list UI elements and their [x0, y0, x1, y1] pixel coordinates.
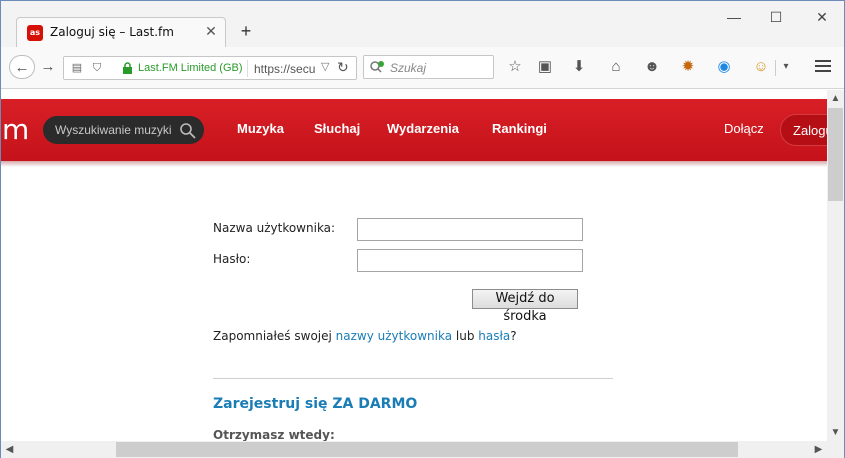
login-button-label: Zaloguj: [793, 123, 827, 138]
tracking-shield-icon[interactable]: ⛉: [90, 61, 104, 75]
search-bar[interactable]: Szukaj: [363, 55, 494, 79]
search-placeholder: Szukaj: [390, 61, 427, 75]
browser-window: as Zaloguj się – Last.fm ✕ + — ☐ ✕ ← → ▤…: [0, 0, 845, 458]
horizontal-scrollbar[interactable]: ◀ ▶: [1, 441, 827, 458]
header-shadow: [1, 161, 827, 167]
close-window-button[interactable]: ✕: [807, 7, 837, 27]
page-info-icon[interactable]: ▤: [70, 61, 84, 75]
back-button[interactable]: ←: [9, 55, 35, 79]
messenger-icon[interactable]: ◉: [713, 56, 735, 78]
vertical-scrollbar[interactable]: ▲ ▼: [827, 90, 844, 441]
bookmark-star-icon[interactable]: ☆: [504, 56, 526, 78]
url-separator: [247, 60, 248, 77]
scroll-left-icon[interactable]: ◀: [1, 441, 18, 458]
username-label: Nazwa użytkownika:: [213, 221, 336, 235]
downloads-icon[interactable]: ⬇: [568, 56, 590, 78]
reload-icon[interactable]: ↻: [337, 59, 349, 76]
extension-dropdown-icon[interactable]: ▾: [778, 56, 794, 78]
login-submit-button[interactable]: Wejdź do środka: [472, 289, 578, 324]
forgot-prefix: Zapomniałeś swojej: [213, 329, 336, 343]
benefits-heading: Otrzymasz wtedy:: [213, 428, 335, 441]
back-arrow-icon: ←: [14, 59, 30, 76]
forgot-password-link[interactable]: hasła: [478, 329, 510, 343]
site-search-placeholder: Wyszukiwanie muzyki: [55, 123, 172, 137]
nav-link-wydarzenia[interactable]: Wydarzenia: [387, 121, 459, 136]
toolbar-separator: [775, 60, 776, 76]
site-logo[interactable]: m: [2, 113, 29, 146]
search-icon[interactable]: [179, 122, 197, 140]
browser-tab[interactable]: as Zaloguj się – Last.fm ✕: [16, 17, 226, 47]
scroll-right-icon[interactable]: ▶: [810, 441, 827, 458]
tiger-extension-icon[interactable]: ✹: [677, 56, 699, 78]
site-identity[interactable]: Last.FM Limited (GB): [138, 62, 243, 74]
home-icon[interactable]: ⌂: [605, 56, 627, 78]
url-bar[interactable]: ▤ ⛉ Last.FM Limited (GB) https://secure.…: [63, 56, 357, 80]
login-button[interactable]: Zaloguj: [780, 114, 827, 146]
register-heading[interactable]: Zarejestruj się ZA DARMO: [213, 396, 417, 412]
nav-link-sluchaj[interactable]: Słuchaj: [314, 121, 360, 136]
forgot-credentials-text: Zapomniałeś swojej nazwy użytkownika lub…: [213, 329, 517, 343]
scroll-up-icon[interactable]: ▲: [827, 90, 844, 107]
password-input[interactable]: [357, 249, 583, 272]
maximize-button[interactable]: ☐: [761, 7, 791, 27]
join-link[interactable]: Dołącz: [724, 121, 764, 136]
tab-title: Zaloguj się – Last.fm: [50, 25, 174, 39]
owl-extension-icon[interactable]: ☺: [750, 56, 772, 78]
tab-close-icon[interactable]: ✕: [203, 23, 219, 39]
vertical-scroll-thumb[interactable]: [828, 108, 843, 201]
lock-icon: [123, 62, 132, 74]
url-text[interactable]: https://secure.last.fm: [254, 62, 316, 76]
scrollbar-corner: [827, 441, 844, 458]
section-divider: [213, 378, 613, 379]
forgot-username-link[interactable]: nazwy użytkownika: [336, 329, 452, 343]
hamburger-menu-icon[interactable]: [812, 57, 834, 77]
horizontal-scroll-thumb[interactable]: [116, 442, 738, 457]
scroll-down-icon[interactable]: ▼: [827, 424, 844, 441]
navigation-toolbar: ← → ▤ ⛉ Last.FM Limited (GB) https://sec…: [1, 47, 844, 89]
chat-icon[interactable]: ☻: [641, 56, 663, 78]
reading-list-icon[interactable]: ▣: [534, 56, 556, 78]
page-viewport: m Wyszukiwanie muzyki Muzyka Słuchaj Wyd…: [1, 90, 827, 441]
site-search-box[interactable]: Wyszukiwanie muzyki: [43, 116, 204, 144]
password-label: Hasło:: [213, 252, 251, 266]
forgot-or: lub: [452, 329, 479, 343]
search-engine-icon[interactable]: [369, 60, 387, 74]
forward-button[interactable]: →: [37, 55, 59, 79]
new-tab-button[interactable]: +: [237, 22, 255, 40]
forgot-suffix: ?: [510, 329, 517, 343]
username-input[interactable]: [357, 218, 583, 241]
lastfm-icon: as: [27, 25, 43, 41]
url-dropdown-icon[interactable]: ▽: [321, 60, 329, 73]
site-header: m Wyszukiwanie muzyki Muzyka Słuchaj Wyd…: [1, 99, 827, 161]
forward-arrow-icon: →: [40, 58, 56, 75]
nav-link-rankingi[interactable]: Rankingi: [492, 121, 547, 136]
tab-strip: as Zaloguj się – Last.fm ✕ + — ☐ ✕: [1, 1, 844, 47]
minimize-button[interactable]: —: [719, 7, 749, 27]
nav-link-muzyka[interactable]: Muzyka: [237, 121, 284, 136]
